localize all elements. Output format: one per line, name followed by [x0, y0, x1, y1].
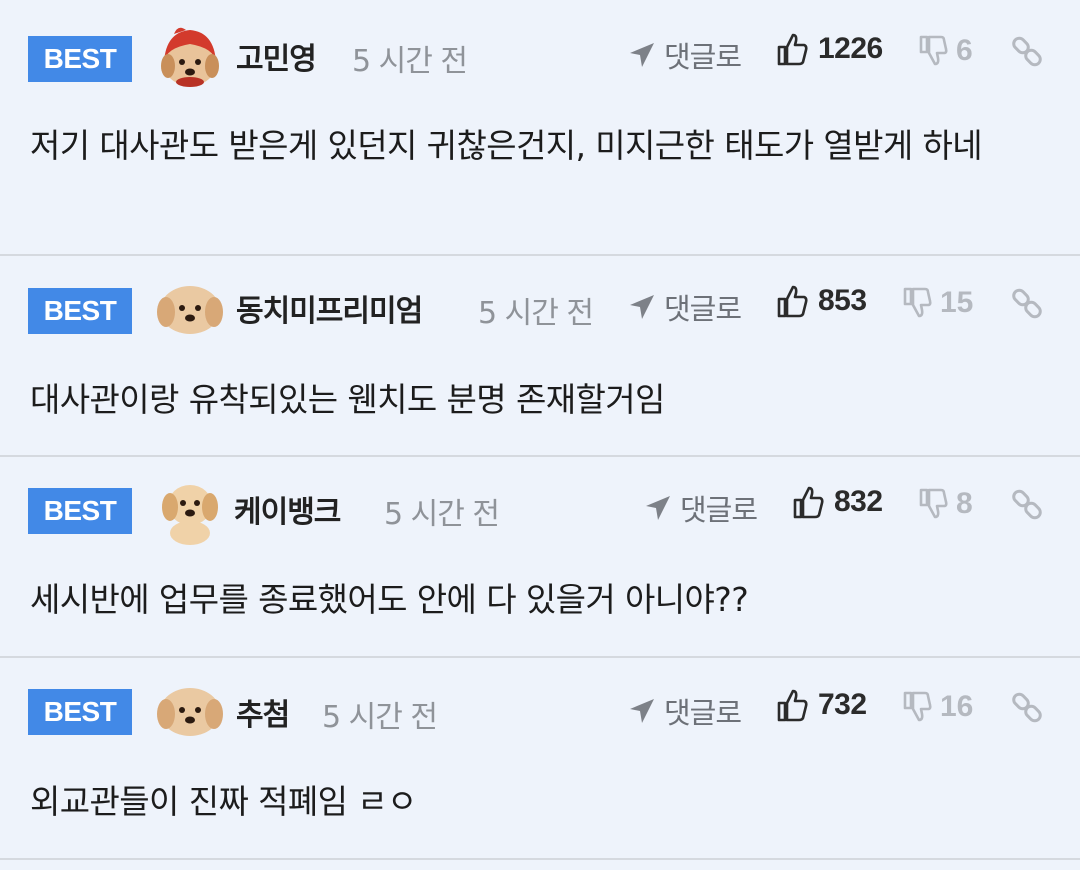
username[interactable]: 케이뱅크	[234, 487, 341, 531]
reply-label: 댓글로	[680, 493, 758, 527]
username[interactable]: 추첨	[236, 690, 290, 734]
like-button[interactable]: 832	[792, 485, 883, 519]
thumbs-down-icon	[919, 35, 948, 66]
thumbs-up-icon	[793, 486, 824, 519]
send-arrow-icon	[630, 699, 654, 723]
best-badge: BEST	[28, 488, 132, 534]
reply-button[interactable]: 댓글로	[628, 286, 742, 328]
comment-item: BEST 동치미프리미엄 5 시간 전 댓글로 853 15 대사관이랑 유착되…	[0, 256, 1080, 457]
comment-text: 대사관이랑 유착되있는 웬치도 분명 존재할거임	[30, 380, 665, 419]
thumbs-down-icon	[919, 488, 948, 519]
like-button[interactable]: 853	[776, 284, 867, 318]
link-icon[interactable]	[1010, 34, 1046, 70]
send-arrow-icon	[646, 496, 670, 520]
dislike-button[interactable]: 15	[902, 286, 973, 320]
like-button[interactable]: 732	[776, 688, 867, 722]
thumbs-down-icon	[903, 287, 932, 318]
dislike-count: 6	[956, 34, 973, 67]
dislike-count: 16	[940, 690, 974, 723]
timestamp: 5 시간 전	[352, 44, 468, 79]
dislike-count: 8	[956, 487, 973, 520]
puppy-sitting-avatar[interactable]	[156, 477, 224, 545]
comment-list: BEST 고민영 5 시간 전 댓글로 1226 6 저기 대사관도 받은게 있…	[0, 0, 1080, 870]
send-arrow-icon	[630, 43, 654, 67]
thumbs-up-icon	[777, 285, 808, 318]
link-icon[interactable]	[1010, 690, 1046, 726]
link-icon[interactable]	[1010, 286, 1046, 322]
dislike-button[interactable]: 8	[918, 487, 973, 521]
thumbs-down-icon	[903, 691, 932, 722]
like-count: 732	[818, 688, 867, 721]
reply-label: 댓글로	[664, 292, 742, 326]
send-arrow-icon	[630, 295, 654, 319]
dislike-button[interactable]: 6	[918, 34, 973, 68]
thumbs-up-icon	[777, 33, 808, 66]
puppy-face-avatar[interactable]	[156, 676, 224, 744]
reply-button[interactable]: 댓글로	[628, 690, 742, 732]
puppy-red-hood-avatar[interactable]	[156, 22, 224, 90]
timestamp: 5 시간 전	[478, 296, 594, 331]
username[interactable]: 동치미프리미엄	[236, 286, 423, 330]
puppy-face-avatar[interactable]	[156, 274, 224, 342]
comment-text: 저기 대사관도 받은게 있던지 귀찮은건지, 미지근한 태도가 열받게 하네	[30, 126, 983, 165]
best-badge: BEST	[28, 689, 132, 735]
reply-label: 댓글로	[664, 696, 742, 730]
timestamp: 5 시간 전	[384, 497, 500, 532]
comment-item: BEST 고민영 5 시간 전 댓글로 1226 6 저기 대사관도 받은게 있…	[0, 0, 1080, 256]
comment-text: 외교관들이 진짜 적폐임 ㄹㅇ	[30, 782, 417, 821]
timestamp: 5 시간 전	[322, 700, 438, 735]
reply-button[interactable]: 댓글로	[628, 34, 742, 76]
dislike-button[interactable]: 16	[902, 690, 973, 724]
comment-item: BEST 추첨 5 시간 전 댓글로 732 16 외교관들이 진짜 적폐임 ㄹ…	[0, 658, 1080, 860]
like-count: 1226	[818, 32, 883, 65]
reply-label: 댓글로	[664, 40, 742, 74]
dislike-count: 15	[940, 286, 974, 319]
best-badge: BEST	[28, 288, 132, 334]
comment-item: BEST 케이뱅크 5 시간 전 댓글로 832 8 세시반에 업무를 종료했어…	[0, 457, 1080, 658]
comment-text: 세시반에 업무를 종료했어도 안에 다 있을거 아니야??	[30, 580, 749, 619]
like-count: 832	[834, 485, 883, 518]
reply-button[interactable]: 댓글로	[644, 487, 758, 529]
username[interactable]: 고민영	[236, 34, 317, 78]
best-badge: BEST	[28, 36, 132, 82]
link-icon[interactable]	[1010, 487, 1046, 523]
thumbs-up-icon	[777, 689, 808, 722]
like-button[interactable]: 1226	[776, 32, 883, 66]
like-count: 853	[818, 284, 867, 317]
